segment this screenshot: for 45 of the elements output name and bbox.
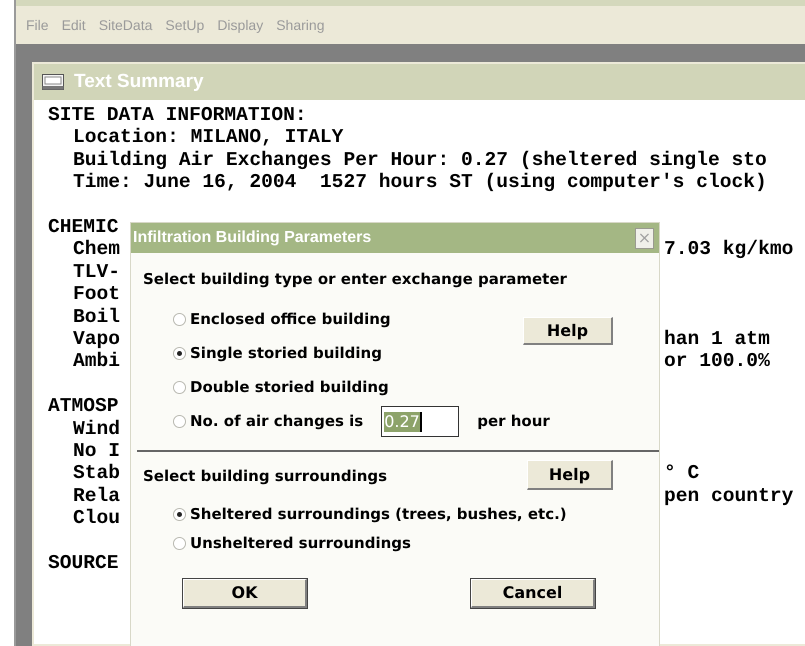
dialog-button[interactable]: Cancel: [471, 579, 595, 608]
summary-line: Wind: [73, 418, 120, 440]
summary-line: or 100.0%: [664, 350, 770, 373]
summary-line: Vapo: [73, 328, 120, 350]
summary-line: Chem: [73, 238, 120, 260]
radio-button[interactable]: [173, 313, 186, 326]
summary-line: Ambi: [73, 350, 120, 372]
summary-line: Boil: [73, 306, 120, 328]
radio-button[interactable]: [173, 537, 186, 550]
radio-button[interactable]: [173, 347, 186, 360]
radio-label[interactable]: Sheltered surroundings (trees, bushes, etc.): [190, 503, 567, 526]
radio-label[interactable]: Single storied building: [190, 342, 382, 365]
summary-line: Time: June 16, 2004 1527 hours ST (using computer's clock): [73, 171, 767, 194]
summary-line: Building Air Exchanges Per Hour: 0.27 (sheltered single sto: [73, 148, 767, 171]
summary-line: SITE DATA INFORMATION:: [48, 104, 307, 126]
summary-line: Rela: [73, 484, 120, 507]
unit-label: per hour: [477, 411, 550, 432]
radio-label[interactable]: Unsheltered surroundings: [190, 532, 411, 555]
section-prompt: Select building surroundings: [143, 467, 388, 485]
summary-line: ATMOSP: [48, 395, 119, 418]
radio-button[interactable]: [173, 508, 186, 521]
summary-line: No I: [73, 440, 120, 462]
summary-line: TLV-: [73, 260, 120, 283]
help-button[interactable]: Help: [527, 460, 613, 490]
summary-line: CHEMIC: [48, 216, 119, 238]
summary-line: Clou: [73, 507, 120, 530]
summary-line: han 1 atm: [664, 328, 770, 350]
summary-line: pen country: [664, 484, 794, 508]
window-icon: [42, 74, 64, 90]
help-button[interactable]: Help: [523, 317, 613, 345]
radio-label[interactable]: Double storied building: [190, 376, 389, 399]
summary-line: Location: MILANO, ITALY: [73, 126, 344, 148]
dialog-button[interactable]: OK: [183, 579, 307, 608]
summary-line: 7.03 kg/kmo: [664, 238, 794, 261]
window-title: Text Summary: [74, 70, 204, 94]
summary-line: Foot: [73, 283, 120, 306]
dialog-title: Infiltration Building Parameters: [133, 228, 372, 248]
summary-line: ° C: [664, 462, 700, 485]
summary-line: SOURCE: [48, 552, 119, 574]
summary-line: Stab: [73, 462, 120, 484]
radio-button[interactable]: [173, 381, 186, 394]
section-prompt: Select building type or enter exchange parameter: [143, 270, 567, 288]
radio-label[interactable]: Enclosed office building: [190, 308, 391, 331]
radio-button[interactable]: [173, 415, 186, 428]
radio-label[interactable]: No. of air changes is: [190, 410, 364, 433]
